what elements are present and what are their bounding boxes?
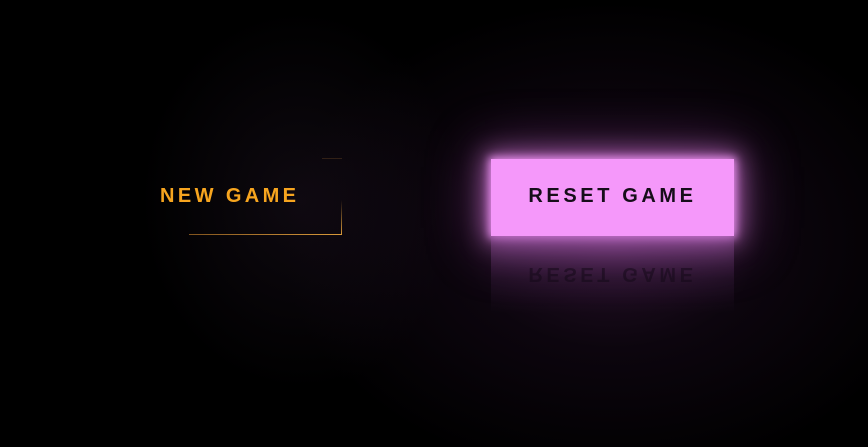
reset-game-reflection-label: RESET GAME	[528, 263, 697, 285]
reset-game-label: RESET GAME	[528, 185, 697, 207]
new-game-border-right	[341, 200, 342, 235]
new-game-border-bottom	[189, 234, 342, 235]
new-game-button[interactable]: NEW GAME	[112, 158, 342, 236]
reset-game-button[interactable]: RESET GAME	[491, 159, 734, 236]
game-menu-stage: NEW GAME RESET GAME RESET GAME	[0, 0, 868, 447]
new-game-label: NEW GAME	[160, 185, 300, 207]
new-game-border-top	[322, 158, 342, 159]
reset-game-reflection: RESET GAME	[491, 236, 734, 313]
